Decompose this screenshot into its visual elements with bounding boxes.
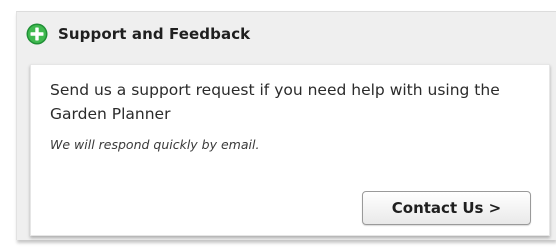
contact-us-button[interactable]: Contact Us >: [362, 191, 531, 225]
support-card: Send us a support request if you need he…: [30, 64, 550, 236]
plus-circle-icon: [26, 23, 48, 45]
support-message: Send us a support request if you need he…: [50, 81, 500, 123]
panel-header: Support and Feedback: [26, 22, 250, 46]
support-feedback-panel: Support and Feedback Send us a support r…: [16, 11, 556, 240]
response-note: We will respond quickly by email.: [50, 137, 260, 152]
panel-title: Support and Feedback: [58, 25, 251, 43]
